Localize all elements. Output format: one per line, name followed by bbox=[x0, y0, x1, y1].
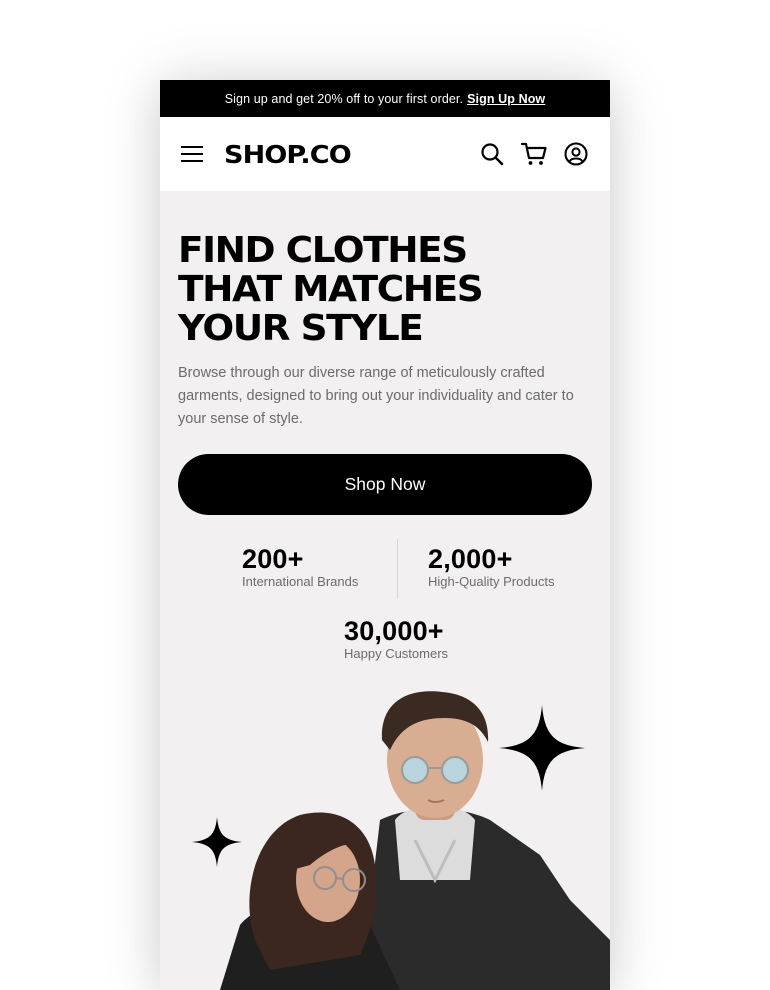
stats-section: 200+ International Brands 2,000+ High-Qu… bbox=[178, 515, 592, 661]
headline-line: FIND CLOTHES bbox=[178, 230, 468, 271]
announcement-text: Sign up and get 20% off to your first or… bbox=[224, 91, 464, 106]
hero-headline: FIND CLOTHES THAT MATCHES YOUR STYLE bbox=[178, 231, 609, 348]
nav-icons bbox=[478, 140, 590, 168]
stat-label: High-Quality Products bbox=[428, 574, 555, 589]
sparkle-large-icon bbox=[499, 705, 585, 791]
stat-customers: 30,000+ Happy Customers bbox=[344, 616, 448, 662]
headline-line: THAT MATCHES bbox=[178, 269, 484, 310]
stats-divider bbox=[397, 539, 398, 599]
stat-value: 30,000+ bbox=[344, 616, 444, 646]
sparkle-small-icon bbox=[192, 817, 242, 867]
hero-section: FIND CLOTHES THAT MATCHES YOUR STYLE Bro… bbox=[160, 191, 610, 661]
sign-up-link[interactable]: Sign Up Now bbox=[467, 92, 545, 106]
brand-logo[interactable]: SHOP.CO bbox=[224, 140, 352, 169]
mobile-viewport: Sign up and get 20% off to your first or… bbox=[160, 80, 610, 990]
stat-products: 2,000+ High-Quality Products bbox=[428, 544, 554, 590]
stat-label: International Brands bbox=[242, 574, 359, 589]
hero-description: Browse through our diverse range of meti… bbox=[178, 365, 574, 427]
search-icon[interactable] bbox=[478, 140, 506, 168]
menu-icon[interactable] bbox=[180, 142, 204, 166]
stat-label: Happy Customers bbox=[344, 646, 449, 661]
cart-icon[interactable] bbox=[520, 140, 548, 168]
headline-line: YOUR STYLE bbox=[178, 308, 424, 349]
stat-value: 2,000+ bbox=[428, 544, 513, 574]
page-canvas: Sign up and get 20% off to your first or… bbox=[0, 0, 770, 990]
stat-value: 200+ bbox=[242, 544, 304, 574]
announcement-bar: Sign up and get 20% off to your first or… bbox=[160, 80, 610, 117]
hero-image bbox=[160, 680, 610, 990]
navbar: SHOP.CO bbox=[160, 117, 610, 191]
account-icon[interactable] bbox=[562, 140, 590, 168]
shop-now-button[interactable]: Shop Now bbox=[178, 454, 592, 515]
stat-brands: 200+ International Brands bbox=[242, 544, 358, 590]
